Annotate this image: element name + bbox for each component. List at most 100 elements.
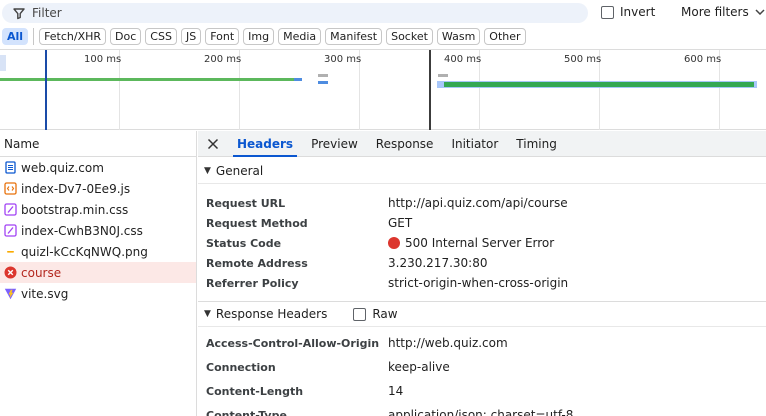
request-name: index-CwhB3N0J.css — [21, 223, 143, 238]
header-row: Content-Type application/json; charset=u… — [198, 403, 766, 416]
chip-css[interactable]: CSS — [145, 28, 177, 45]
status-text: 500 Internal Server Error — [405, 236, 555, 250]
request-name: bootstrap.min.css — [21, 202, 129, 217]
header-key: Request URL — [206, 196, 286, 210]
timeline-tick-label: 400 ms — [444, 54, 482, 65]
filter-toolbar: Invert More filters — [0, 0, 766, 26]
tab-response[interactable]: Response — [367, 131, 443, 157]
header-key: Content-Type — [206, 408, 287, 416]
chip-socket[interactable]: Socket — [386, 28, 433, 45]
chip-js[interactable]: JS — [180, 28, 202, 45]
list-item[interactable]: vite.svg — [0, 283, 196, 304]
document-icon — [5, 161, 16, 174]
header-row: Status Code 500 Internal Server Error — [198, 233, 766, 253]
dom-content-loaded-marker — [45, 50, 47, 130]
timeline-tick-label: 600 ms — [684, 54, 722, 65]
timeline-bar — [294, 78, 302, 81]
timeline-tick-label: 200 ms — [204, 54, 242, 65]
timeline-bar — [438, 74, 448, 77]
chip-font[interactable]: Font — [205, 28, 240, 45]
request-list: web.quiz.com index-Dv7-0Ee9.js bootstrap… — [0, 157, 197, 416]
stylesheet-icon — [4, 203, 17, 216]
invert-check-box[interactable] — [601, 5, 614, 19]
expand-triangle-icon: ▼ — [204, 165, 211, 176]
section-title: General — [215, 163, 264, 178]
header-key: Referrer Policy — [206, 276, 299, 290]
stylesheet-icon — [4, 224, 17, 237]
tab-initiator[interactable]: Initiator — [442, 131, 507, 157]
chip-wasm[interactable]: Wasm — [436, 28, 481, 45]
header-value: http://web.quiz.com — [388, 336, 508, 350]
header-value: http://api.quiz.com/api/course — [388, 196, 568, 210]
timeline-bar — [318, 81, 328, 84]
vite-icon — [4, 288, 17, 300]
general-section-header[interactable]: ▼ General — [198, 158, 766, 184]
header-row: Access-Control-Allow-Origin http://web.q… — [198, 331, 766, 355]
header-key: Content-Length — [206, 384, 304, 398]
timeline-tick-label: 300 ms — [324, 54, 362, 65]
name-column-header[interactable]: Name — [0, 131, 197, 157]
raw-label: Raw — [372, 307, 398, 321]
chip-fetch-xhr[interactable]: Fetch/XHR — [39, 28, 107, 45]
more-filters-dropdown[interactable]: More filters — [681, 5, 765, 19]
timeline-tick-label: 100 ms — [84, 54, 122, 65]
list-item[interactable]: web.quiz.com — [0, 157, 196, 178]
invert-label: Invert — [620, 5, 656, 19]
header-value: application/json; charset=utf-8 — [388, 408, 574, 416]
status-value: 500 Internal Server Error — [388, 236, 554, 250]
raw-checkbox[interactable] — [353, 307, 367, 321]
list-item[interactable]: bootstrap.min.css — [0, 199, 196, 220]
request-name: vite.svg — [21, 286, 69, 301]
header-key: Request Method — [206, 216, 308, 230]
header-key: Access-Control-Allow-Origin — [206, 336, 380, 350]
request-name: index-Dv7-0Ee9.js — [21, 181, 131, 196]
response-headers-section-header[interactable]: ▼ Response Headers Raw — [198, 301, 766, 327]
header-row: Request Method GET — [198, 213, 766, 233]
script-icon — [4, 182, 17, 195]
chip-other[interactable]: Other — [484, 28, 526, 45]
timeline-tick-label: 500 ms — [564, 54, 602, 65]
list-item-selected[interactable]: course — [0, 262, 196, 283]
list-item[interactable]: index-CwhB3N0J.css — [0, 220, 196, 241]
detail-tab-bar: Headers Preview Response Initiator Timin… — [198, 131, 766, 157]
chip-img[interactable]: Img — [243, 28, 275, 45]
header-key: Status Code — [206, 236, 282, 250]
invert-checkbox[interactable]: Invert — [601, 5, 655, 19]
header-value: GET — [388, 216, 413, 230]
close-details-button[interactable] — [198, 131, 228, 157]
filter-box[interactable] — [2, 3, 588, 23]
image-icon — [7, 251, 14, 253]
request-name: quizl-kCcKqNWQ.png — [21, 244, 148, 259]
chip-doc[interactable]: Doc — [110, 28, 142, 45]
status-error-dot-icon — [388, 237, 400, 249]
header-row: Request URL http://api.quiz.com/api/cour… — [198, 193, 766, 213]
raw-toggle[interactable]: Raw — [353, 307, 398, 321]
tab-preview[interactable]: Preview — [302, 131, 367, 157]
header-key: Remote Address — [206, 256, 308, 270]
header-row: Content-Length 14 — [198, 379, 766, 403]
chevron-down-icon — [755, 9, 765, 15]
header-value: keep-alive — [388, 360, 450, 374]
filter-input[interactable] — [32, 6, 552, 20]
list-item[interactable]: index-Dv7-0Ee9.js — [0, 178, 196, 199]
request-name: course — [21, 265, 62, 280]
headers-panel: ▼ General Request URL http://api.quiz.co… — [198, 158, 766, 416]
list-item[interactable]: quizl-kCcKqNWQ.png — [0, 241, 196, 262]
header-value: 14 — [388, 384, 404, 398]
close-icon — [207, 138, 219, 149]
chip-divider — [33, 28, 35, 45]
header-value: strict-origin-when-cross-origin — [388, 276, 569, 290]
overview-timeline[interactable]: 100 ms 200 ms 300 ms 400 ms 500 ms 600 m… — [0, 49, 766, 130]
tab-headers[interactable]: Headers — [228, 131, 302, 157]
chip-media[interactable]: Media — [278, 28, 322, 45]
tab-timing[interactable]: Timing — [507, 131, 566, 157]
timeline-bar — [444, 82, 754, 87]
request-name: web.quiz.com — [21, 160, 104, 175]
resource-type-filters: All Fetch/XHR Doc CSS JS Font Img Media … — [2, 28, 526, 46]
chip-manifest[interactable]: Manifest — [325, 28, 383, 45]
header-key: Connection — [206, 360, 276, 374]
expand-triangle-icon: ▼ — [204, 309, 211, 319]
chip-all[interactable]: All — [2, 28, 29, 45]
timeline-bar — [318, 74, 328, 77]
header-row: Referrer Policy strict-origin-when-cross… — [198, 273, 766, 293]
